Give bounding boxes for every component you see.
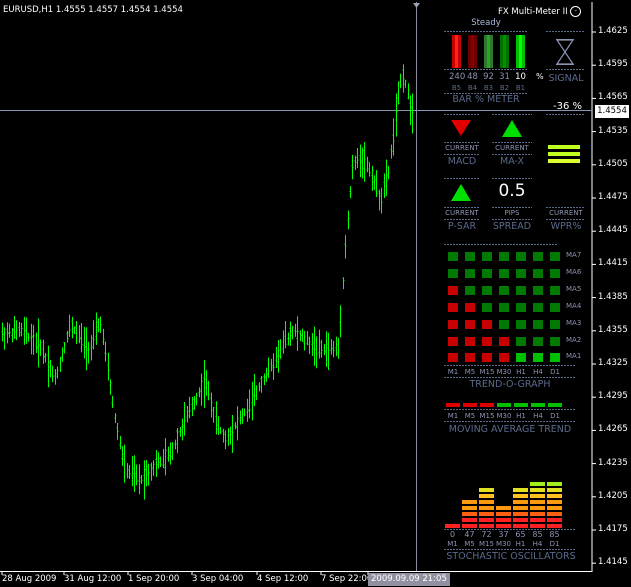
time-axis-label: 1 Sep 20:00 (128, 574, 180, 584)
wpr-label: WPR% (550, 221, 582, 232)
price-axis-label: 1.4475 (598, 192, 628, 202)
smiley-icon[interactable]: ᵕ (570, 6, 582, 17)
time-axis-label: 31 Aug 12:00 (64, 574, 122, 584)
stoch-value: 65 (515, 530, 526, 539)
trend-col-label: M1 (447, 368, 459, 376)
price-axis-label: 1.4175 (598, 524, 628, 534)
ma-trend-col-label: D1 (550, 412, 560, 420)
trend-col-label: M30 (496, 368, 512, 376)
price-axis-label: 1.4235 (598, 457, 628, 468)
time-axis-label: 4 Sep 12:00 (257, 574, 309, 584)
wpr-value: -36 % (552, 101, 582, 112)
price-axis-label: 1.4535 (598, 125, 628, 136)
ma-x-current: CURRENT (495, 144, 529, 152)
stoch-col-label: M1 (447, 540, 458, 548)
stoch-value: 85 (532, 530, 543, 539)
stoch-col-label: M30 (496, 540, 511, 548)
ma-trend-col-label: M30 (496, 412, 512, 420)
bar-meter-label: B3 (483, 84, 494, 92)
bar-meter-title: BAR % METER (452, 94, 520, 105)
bar-meter-value: 31 (499, 72, 510, 82)
price-axis-label: 1.4415 (598, 258, 628, 269)
stoch-value: 85 (549, 530, 560, 539)
trend-title: TREND-O-GRAPH (469, 379, 551, 390)
meter-title: FX Multi-Meter II ᵕ (498, 6, 582, 17)
spread-label: SPREAD (492, 221, 532, 232)
spread-value: 0.5 (498, 181, 526, 201)
bar-meter-label: B1 (515, 84, 526, 92)
price-axis-label: 1.4505 (598, 158, 628, 169)
crosshair-time-label: 2009.09.09 21:05 (368, 573, 450, 586)
bar-meter-percent-sign: % (536, 72, 544, 81)
ma-trend-title: MOVING AVERAGE TREND (448, 424, 572, 435)
price-axis-label: 1.4355 (598, 324, 628, 335)
bar-meter-value: 10 (515, 72, 526, 82)
bar-meter-label: B4 (467, 84, 478, 92)
trend-row-label: MA7 (566, 251, 582, 259)
stoch-value: 0 (449, 530, 456, 539)
wpr-current: CURRENT (549, 209, 583, 217)
bar-meter-value: 240 (449, 72, 466, 82)
macd-current: CURRENT (445, 144, 479, 152)
time-axis-label: 28 Aug 2009 (2, 574, 57, 584)
psar-current: CURRENT (445, 209, 479, 217)
price-axis-label: 1.4445 (598, 225, 628, 236)
price-axis-label: 1.4565 (598, 92, 628, 103)
price-axis-label: 1.4205 (598, 490, 628, 501)
symbol-info: EURUSD,H1 1.4555 1.4557 1.4554 1.4554 (3, 5, 183, 15)
time-axis-label: 7 Sep 22:00 (321, 574, 373, 584)
current-price-label: 1.4554 (595, 105, 629, 118)
trend-row-label: MA2 (566, 336, 582, 344)
ma-trend-col-label: M5 (464, 412, 476, 420)
stoch-col-label: M15 (479, 540, 494, 548)
meter-title-text: FX Multi-Meter II (498, 7, 568, 17)
bar-meter-label: B5 (451, 84, 462, 92)
trend-col-label: H1 (516, 368, 526, 376)
trend-row-label: MA5 (566, 285, 582, 293)
ma-trend-col-label: H1 (516, 412, 526, 420)
trend-col-label: H4 (533, 368, 543, 376)
fx-multi-meter-panel: FX Multi-Meter II ᵕ Steady 240 48 92 31 10% B… (418, 0, 593, 565)
stoch-title: STOCHASTIC OSCILLATORS (446, 551, 576, 562)
price-axis-label: 1.4295 (598, 391, 628, 402)
mt4-chart-window: EURUSD,H1 1.4555 1.4557 1.4554 1.4554 1.… (0, 0, 631, 587)
price-axis-label: 1.4325 (598, 358, 628, 368)
macd-label: MACD (447, 156, 477, 167)
stoch-col-label: H1 (515, 540, 526, 548)
trend-row-label: MA1 (566, 352, 582, 360)
trend-col-label: M5 (464, 368, 476, 376)
stoch-col-label: M5 (464, 540, 475, 548)
ma-x-label: MA-X (500, 156, 524, 167)
trend-row-label: MA6 (566, 268, 582, 276)
ma-trend-col-label: H4 (533, 412, 543, 420)
signal-label: SIGNAL (548, 73, 584, 84)
spread-pips: PIPS (504, 209, 520, 217)
price-axis-label: 1.4265 (598, 424, 628, 435)
price-axis-label: 1.4145 (598, 557, 628, 568)
bar-meter-value: 92 (483, 72, 494, 82)
price-axis-label: 1.4385 (598, 291, 628, 302)
time-axis-label: 3 Sep 04:00 (192, 574, 244, 584)
trend-col-label: M15 (479, 368, 495, 376)
ma-trend-col-label: M15 (479, 412, 495, 420)
ma-trend-col-label: M1 (447, 412, 459, 420)
trend-col-label: D1 (550, 368, 560, 376)
trend-row-label: MA3 (566, 319, 582, 327)
bar-meter-value: 48 (467, 72, 478, 82)
psar-label: P-SAR (447, 221, 477, 232)
stoch-value: 37 (498, 530, 509, 539)
trend-row-label: MA4 (566, 302, 582, 310)
stoch-col-label: H4 (532, 540, 543, 548)
price-axis-label: 1.4625 (598, 26, 628, 36)
bar-meter-label: B2 (499, 84, 510, 92)
meter-state: Steady (471, 18, 501, 28)
stoch-value: 47 (464, 530, 475, 539)
stoch-col-label: D1 (549, 540, 560, 548)
stoch-value: 72 (481, 530, 492, 539)
price-axis-label: 1.4595 (598, 59, 628, 70)
